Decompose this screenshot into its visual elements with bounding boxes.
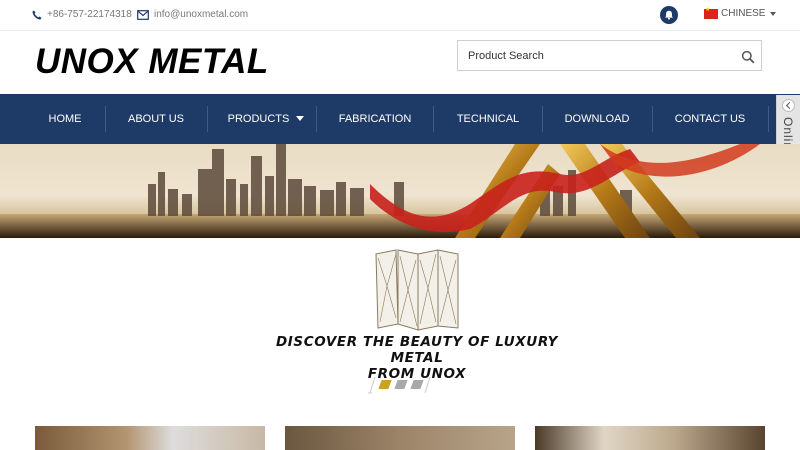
product-thumbnail[interactable] [535, 426, 765, 450]
bell-glyph-icon [665, 10, 673, 20]
headline-line-1: DISCOVER THE BEAUTY OF LUXURY METAL [276, 334, 558, 366]
email-contact[interactable]: info@unoxmetal.com [137, 9, 248, 20]
site-logo[interactable]: UNOX METAL [35, 42, 269, 82]
nav-technical[interactable]: TECHNICAL [448, 94, 528, 144]
china-flag-icon [704, 6, 718, 19]
search-input[interactable] [458, 41, 728, 70]
feature-headline: DISCOVER THE BEAUTY OF LUXURY METAL FROM… [250, 334, 584, 382]
phone-number: +86-757-22174318 [47, 9, 132, 20]
nav-contact-label: CONTACT US [674, 113, 746, 125]
city-skyline-image [0, 144, 800, 238]
phone-contact[interactable]: +86-757-22174318 [32, 9, 132, 20]
product-thumbnail[interactable] [35, 426, 265, 450]
chevron-left-icon[interactable] [782, 99, 795, 112]
nav-technical-label: TECHNICAL [456, 113, 520, 125]
main-navigation: HOME ABOUT US PRODUCTS FABRICATION TECHN… [0, 94, 800, 144]
nav-divider [316, 106, 317, 132]
nav-products-label: PRODUCTS [227, 113, 290, 125]
nav-products[interactable]: PRODUCTS [222, 94, 310, 144]
nav-contact-us[interactable]: CONTACT US [666, 94, 754, 144]
email-icon [137, 9, 149, 20]
notification-icon[interactable] [660, 6, 678, 24]
nav-divider [768, 106, 769, 132]
language-selector[interactable]: CHINESE [704, 6, 777, 19]
caret-down-icon [296, 115, 305, 121]
nav-home-label: HOME [48, 113, 82, 125]
nav-about-label: ABOUT US [127, 113, 185, 125]
top-bar: +86-757-22174318 info@unoxmetal.com CHIN… [0, 0, 800, 31]
nav-home[interactable]: HOME [35, 94, 95, 144]
hero-banner [0, 144, 800, 238]
product-thumbnail[interactable] [285, 426, 515, 450]
nav-divider [433, 106, 434, 132]
nav-download-label: DOWNLOAD [564, 113, 630, 125]
carousel-indicators [366, 376, 434, 394]
nav-fabrication[interactable]: FABRICATION [330, 94, 420, 144]
nav-fabrication-label: FABRICATION [338, 113, 412, 125]
search-icon[interactable] [741, 50, 755, 64]
nav-divider [542, 106, 543, 132]
phone-icon [32, 10, 42, 19]
metal-screen-product-image [375, 249, 459, 331]
language-label: CHINESE [721, 8, 766, 19]
email-address: info@unoxmetal.com [154, 9, 249, 20]
chevron-down-icon [770, 11, 777, 16]
nav-about-us[interactable]: ABOUT US [120, 94, 192, 144]
nav-divider [105, 106, 106, 132]
nav-download[interactable]: DOWNLOAD [556, 94, 638, 144]
nav-divider [652, 106, 653, 132]
nav-divider [207, 106, 208, 132]
product-search [457, 40, 762, 71]
